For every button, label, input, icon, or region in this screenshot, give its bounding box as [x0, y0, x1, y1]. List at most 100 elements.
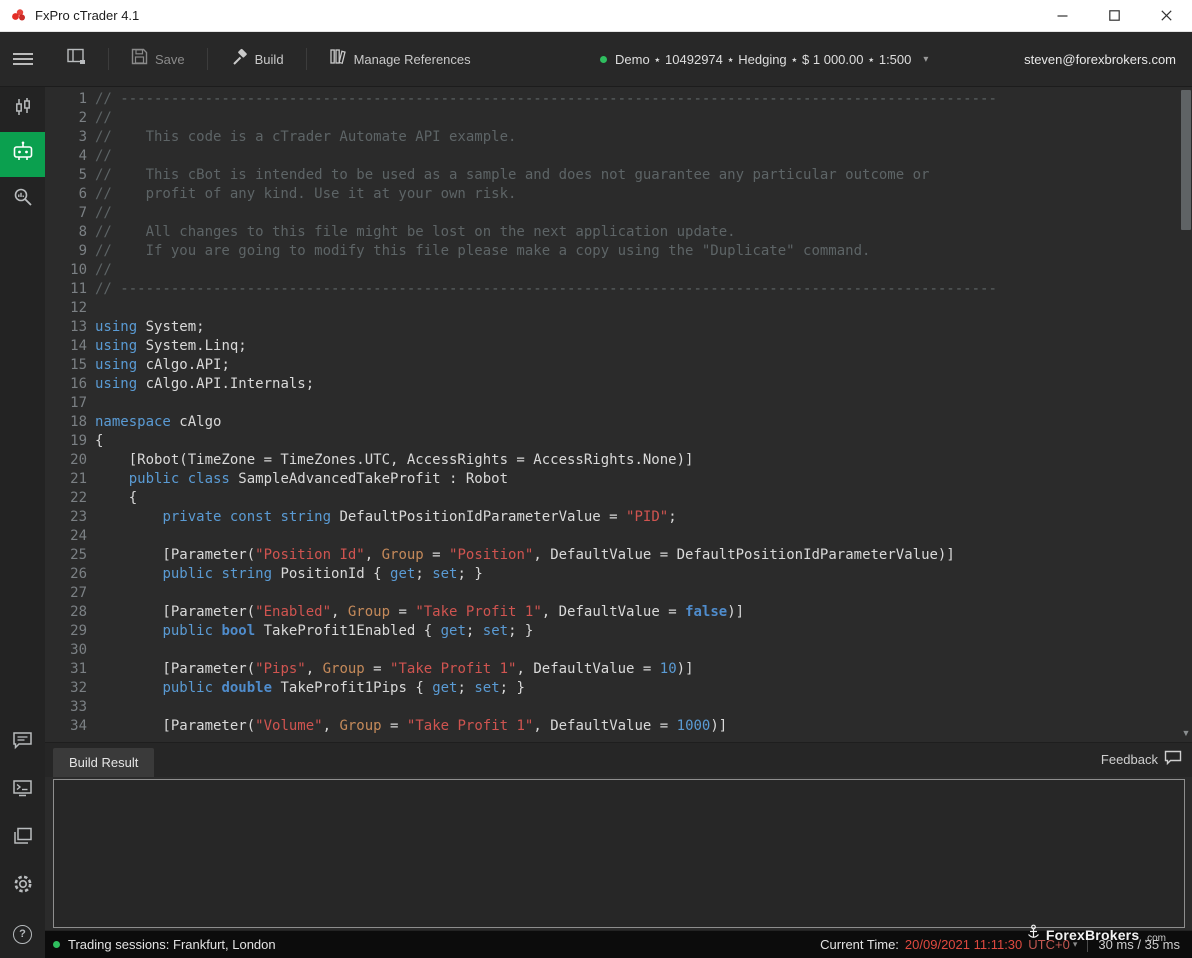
code-line[interactable]: 29 public bool TakeProfit1Enabled { get;… [45, 622, 1192, 641]
maximize-button[interactable] [1088, 0, 1140, 31]
sidebar-item-trade[interactable] [0, 87, 45, 132]
toolbar-divider [207, 48, 208, 70]
application-window: FxPro cTrader 4.1 [0, 0, 1192, 958]
code-line[interactable]: 13using System; [45, 318, 1192, 337]
code-line[interactable]: 23 private const string DefaultPositionI… [45, 508, 1192, 527]
code-line[interactable]: 9// If you are going to modify this file… [45, 242, 1192, 261]
code-line[interactable]: 14using System.Linq; [45, 337, 1192, 356]
main-menu-button[interactable] [0, 52, 45, 66]
code-line[interactable]: 4// [45, 147, 1192, 166]
feedback-bubble-icon [1164, 750, 1182, 768]
feedback-button[interactable]: Feedback [1101, 750, 1182, 768]
save-icon [131, 48, 148, 70]
minimize-button[interactable] [1036, 0, 1088, 31]
sidebar-item-settings[interactable] [0, 862, 45, 910]
line-number: 31 [45, 660, 87, 679]
line-number: 7 [45, 204, 87, 223]
code-line[interactable]: 6// profit of any kind. Use it at your o… [45, 185, 1192, 204]
line-number: 30 [45, 641, 87, 660]
code-line[interactable]: 17 [45, 394, 1192, 413]
sidebar-item-terminal[interactable] [0, 766, 45, 814]
code-line[interactable]: 34 [Parameter("Volume", Group = "Take Pr… [45, 717, 1192, 736]
feedback-label: Feedback [1101, 752, 1158, 767]
line-number: 18 [45, 413, 87, 432]
build-tab-bar: Build Result Feedback [45, 743, 1192, 777]
code-line[interactable]: 24 [45, 527, 1192, 546]
code-line[interactable]: 7// [45, 204, 1192, 223]
main-toolbar: Save Build [0, 32, 1192, 87]
line-number: 2 [45, 109, 87, 128]
line-number: 10 [45, 261, 87, 280]
current-time-value: 20/09/2021 11:11:30 [905, 937, 1022, 952]
line-number: 15 [45, 356, 87, 375]
tab-build-result[interactable]: Build Result [53, 748, 154, 777]
line-number: 19 [45, 432, 87, 451]
line-number: 24 [45, 527, 87, 546]
code-line[interactable]: 12 [45, 299, 1192, 318]
toolbar-divider [306, 48, 307, 70]
code-line[interactable]: 28 [Parameter("Enabled", Group = "Take P… [45, 603, 1192, 622]
code-line[interactable]: 11// -----------------------------------… [45, 280, 1192, 299]
sidebar-item-chat[interactable] [0, 718, 45, 766]
line-number: 21 [45, 470, 87, 489]
code-editor[interactable]: 1// ------------------------------------… [45, 87, 1192, 742]
code-line[interactable]: 1// ------------------------------------… [45, 90, 1192, 109]
code-line[interactable]: 32 public double TakeProfit1Pips { get; … [45, 679, 1192, 698]
code-line[interactable]: 31 [Parameter("Pips", Group = "Take Prof… [45, 660, 1192, 679]
user-email[interactable]: steven@forexbrokers.com [1024, 32, 1176, 87]
code-line[interactable]: 19{ [45, 432, 1192, 451]
code-line[interactable]: 22 { [45, 489, 1192, 508]
code-line[interactable]: 5// This cBot is intended to be used as … [45, 166, 1192, 185]
code-line[interactable]: 15using cAlgo.API; [45, 356, 1192, 375]
forexbrokers-logo-icon [1026, 924, 1041, 945]
code-line[interactable]: 21 public class SampleAdvancedTakeProfit… [45, 470, 1192, 489]
line-number: 20 [45, 451, 87, 470]
scrollbar-down-arrow-icon[interactable]: ▼ [1181, 728, 1191, 738]
left-sidebar: ? [0, 87, 45, 958]
build-button[interactable]: Build [222, 42, 292, 77]
close-button[interactable] [1140, 0, 1192, 31]
scrollbar-thumb[interactable] [1181, 90, 1191, 230]
code-line[interactable]: 16using cAlgo.API.Internals; [45, 375, 1192, 394]
line-number: 5 [45, 166, 87, 185]
line-number: 9 [45, 242, 87, 261]
line-number: 12 [45, 299, 87, 318]
toggle-panel-button[interactable] [59, 42, 94, 76]
robot-icon [11, 140, 35, 169]
line-number: 8 [45, 223, 87, 242]
code-line[interactable]: 33 [45, 698, 1192, 717]
save-button[interactable]: Save [123, 42, 193, 76]
code-line[interactable]: 10// [45, 261, 1192, 280]
code-line[interactable]: 18namespace cAlgo [45, 413, 1192, 432]
manage-references-button[interactable]: Manage References [321, 42, 479, 76]
save-label: Save [155, 52, 185, 67]
code-line[interactable]: 2// [45, 109, 1192, 128]
line-number: 25 [45, 546, 87, 565]
build-output-area [53, 779, 1185, 928]
toolbar-divider [108, 48, 109, 70]
sidebar-item-analyze[interactable] [0, 177, 45, 222]
window-title: FxPro cTrader 4.1 [35, 8, 139, 23]
help-icon: ? [13, 925, 32, 944]
line-number: 33 [45, 698, 87, 717]
code-line[interactable]: 25 [Parameter("Position Id", Group = "Po… [45, 546, 1192, 565]
line-number: 11 [45, 280, 87, 299]
layout-panel-icon [67, 48, 86, 70]
stacked-windows-icon [12, 826, 33, 851]
code-line[interactable]: 20 [Robot(TimeZone = TimeZones.UTC, Acce… [45, 451, 1192, 470]
code-line[interactable]: 30 [45, 641, 1192, 660]
sidebar-item-automate[interactable] [0, 132, 45, 177]
account-selector[interactable]: Demo ⋆ 10492974 ⋆ Hedging ⋆ $ 1 000.00 ⋆… [600, 32, 928, 87]
build-hammer-icon [230, 48, 248, 71]
code-line[interactable]: 3// This code is a cTrader Automate API … [45, 128, 1192, 147]
watermark-brand: ForexBrokers [1046, 927, 1139, 943]
line-number: 29 [45, 622, 87, 641]
code-line[interactable]: 8// All changes to this file might be lo… [45, 223, 1192, 242]
sidebar-item-help[interactable]: ? [0, 910, 45, 958]
code-line[interactable]: 26 public string PositionId { get; set; … [45, 565, 1192, 584]
code-line[interactable]: 27 [45, 584, 1192, 603]
line-number: 1 [45, 90, 87, 109]
code-lines: 1// ------------------------------------… [45, 87, 1192, 736]
sidebar-item-windows[interactable] [0, 814, 45, 862]
editor-scrollbar[interactable]: ▼ [1180, 87, 1192, 742]
